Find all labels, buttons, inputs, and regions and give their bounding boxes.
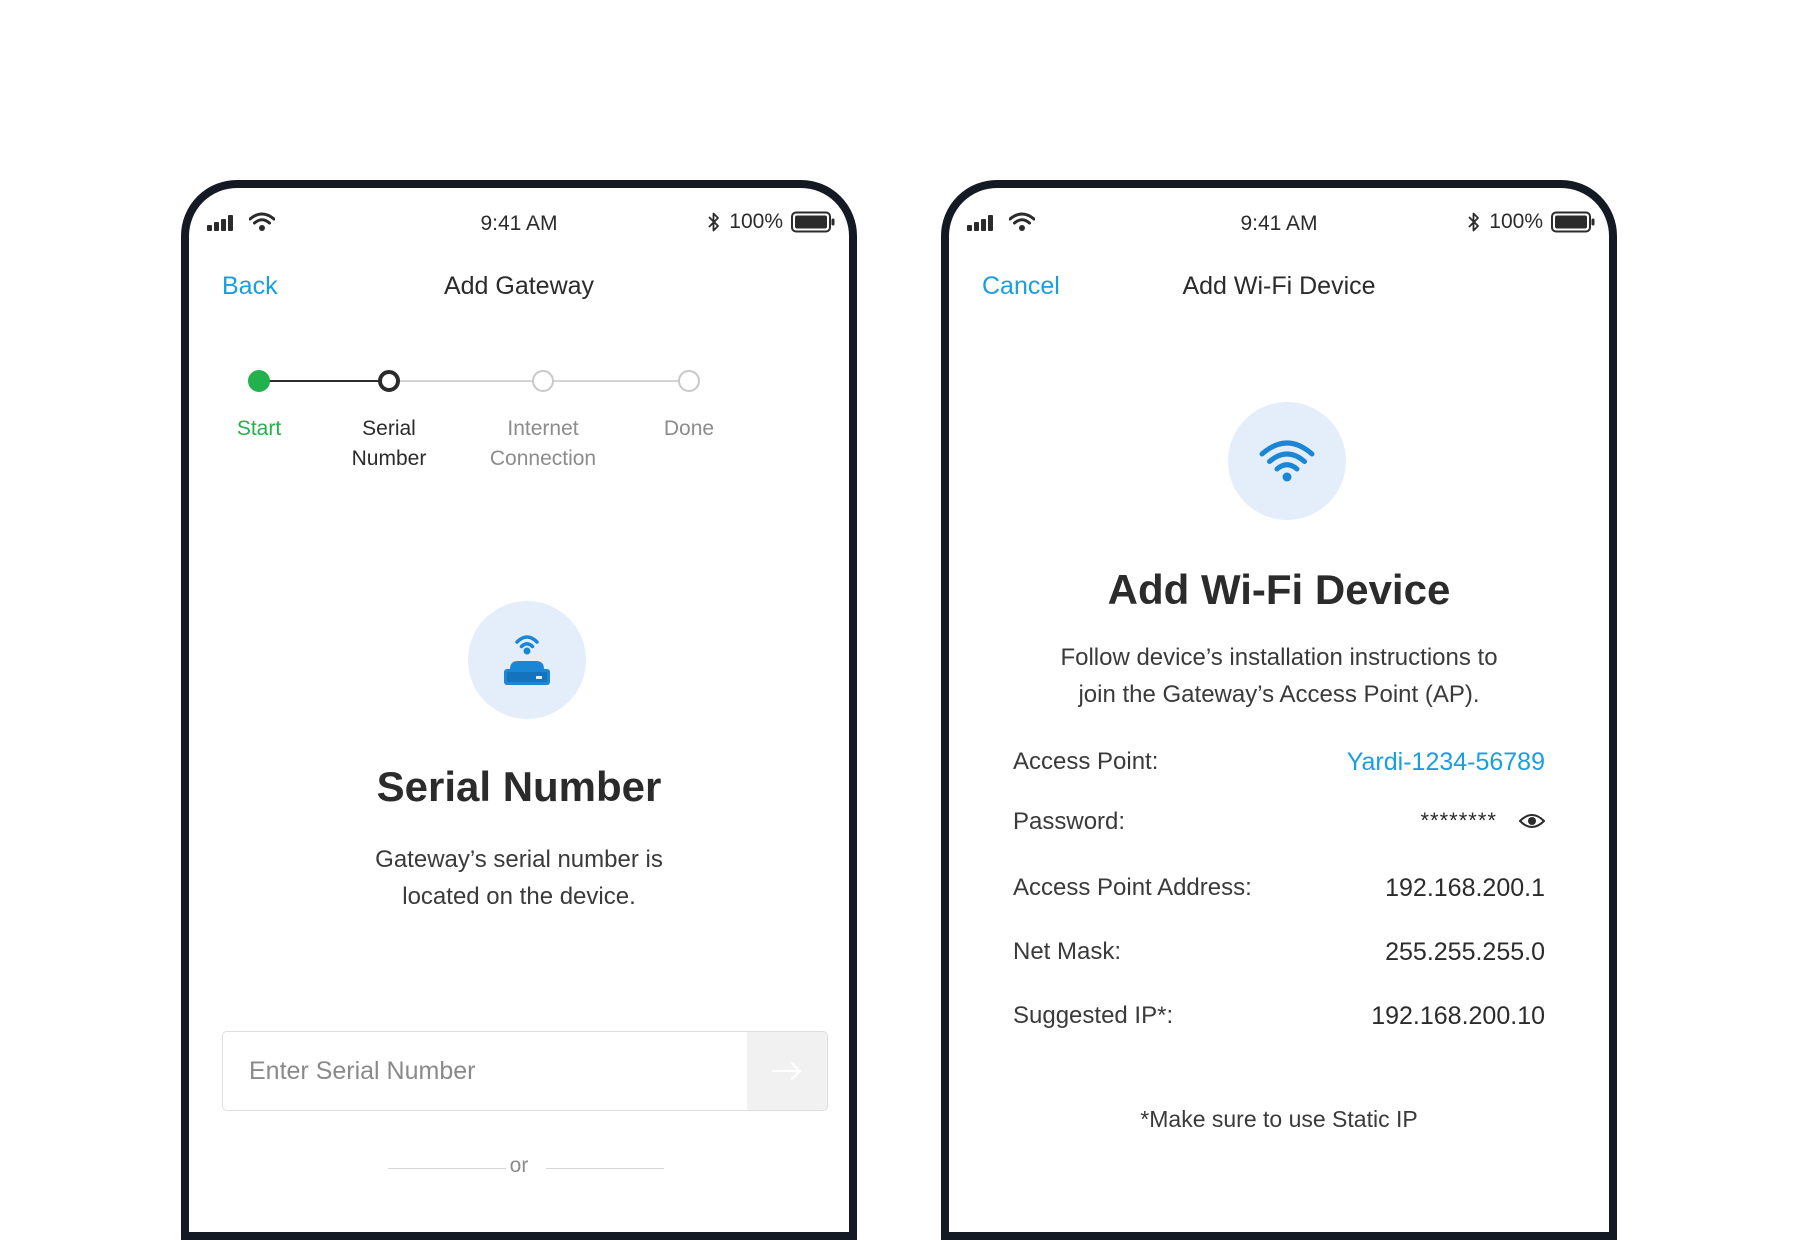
suggested-ip-row: Suggested IP*: 192.168.200.10 [1013,1002,1545,1042]
password-value: ******** [1420,808,1497,833]
access-point-value[interactable]: Yardi-1234-56789 [1347,748,1545,777]
phone-screen-add-gateway: 9:41 AM 100% Back Add Gateway Start Seri… [181,180,857,1240]
nav-bar: Cancel Add Wi-Fi Device [949,272,1609,312]
status-right-group: 100% [1467,210,1595,234]
net-mask-value: 255.255.255.0 [1385,938,1545,966]
access-point-row: Access Point: Yardi-1234-56789 [1013,748,1545,788]
step-dot-internet-connection [532,370,554,392]
divider-line-right [546,1168,664,1169]
password-label: Password: [1013,808,1126,835]
nav-bar: Back Add Gateway [189,272,849,312]
ap-address-label: Access Point Address: [1013,874,1252,901]
ap-address-value: 192.168.200.1 [1385,874,1545,902]
suggested-ip-value: 192.168.200.10 [1371,1002,1545,1030]
or-text: or [509,1154,529,1177]
hero-description: Follow device’s installation instruction… [1060,644,1498,708]
serial-number-input[interactable] [223,1032,747,1110]
battery-percent: 100% [1489,210,1543,233]
status-bar: 9:41 AM 100% [189,206,849,242]
net-mask-label: Net Mask: [1013,938,1122,965]
password-value-group: ******** [1420,808,1545,834]
eye-icon [1519,814,1545,828]
suggested-ip-label: Suggested IP*: [1013,1002,1174,1029]
nav-title: Add Wi-Fi Device [1182,272,1376,300]
hero-icon-circle [1228,402,1346,520]
progress-stepper: Start Serial Number Internet Connection … [189,368,849,488]
battery-icon [791,211,835,233]
access-point-label: Access Point: [1013,748,1159,775]
step-label-internet-connection: Internet Connection [489,417,597,470]
bluetooth-icon [708,212,720,232]
hero-title: Serial Number [376,763,662,810]
arrow-right-icon [772,1062,802,1080]
password-row: Password: ******** [1013,808,1545,848]
bluetooth-icon [1468,212,1480,232]
step-label-serial-number: Serial Number [351,417,427,470]
step-dot-serial-number [378,370,400,392]
serial-number-field [222,1031,828,1111]
status-bar: 9:41 AM 100% [949,206,1609,242]
hero-description: Gateway’s serial number is located on th… [375,846,663,910]
phone-screen-add-wifi-device: 9:41 AM 100% Cancel Add Wi-Fi Device Add… [941,180,1617,1240]
or-divider: or [189,1154,849,1184]
step-label-done: Done [663,417,715,440]
step-dot-start [248,370,270,392]
wifi-icon [1259,440,1315,482]
submit-serial-button[interactable] [747,1032,827,1110]
ap-address-row: Access Point Address: 192.168.200.1 [1013,874,1545,914]
step-dot-done [678,370,700,392]
hero-title: Add Wi-Fi Device [1107,566,1451,613]
battery-icon [1551,211,1595,233]
status-right-group: 100% [707,210,835,234]
hero-icon-circle [468,601,586,719]
gateway-icon [504,635,550,685]
battery-percent: 100% [729,210,783,233]
static-ip-footnote: *Make sure to use Static IP [1140,1106,1418,1132]
show-password-button[interactable] [1519,813,1545,829]
nav-title: Add Gateway [443,272,595,300]
net-mask-row: Net Mask: 255.255.255.0 [1013,938,1545,978]
